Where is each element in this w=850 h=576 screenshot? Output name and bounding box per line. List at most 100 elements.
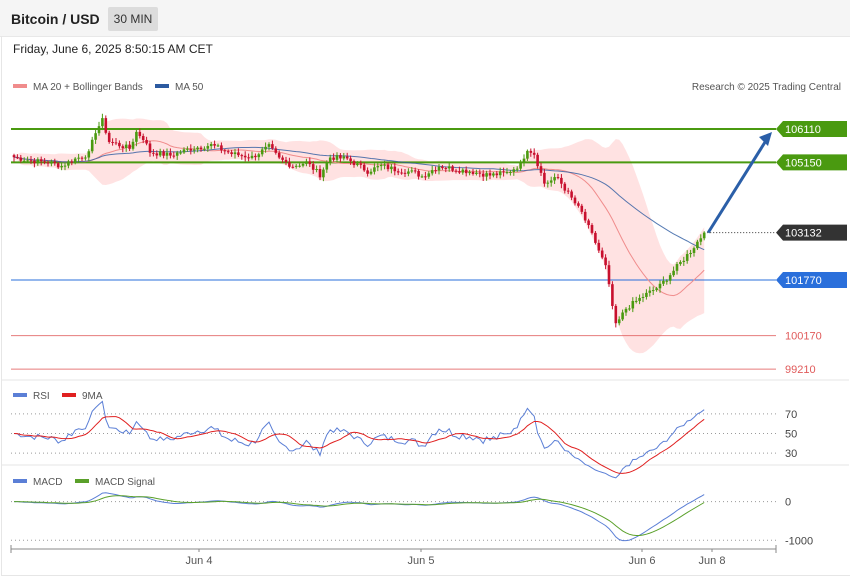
candle-body [60, 165, 63, 168]
candle-body [335, 155, 339, 160]
candle-body [407, 171, 410, 174]
candle-body [427, 173, 431, 177]
candle-body [36, 159, 40, 164]
candle-body [587, 220, 590, 226]
candle-body [393, 166, 397, 172]
y-tick-label: 0 [785, 497, 791, 509]
candle-body [104, 118, 108, 133]
candle-body [611, 284, 614, 306]
legend-swatch-macd-signal [75, 479, 89, 483]
candle-body [617, 319, 621, 324]
candle-body [379, 164, 383, 167]
candle-body [308, 161, 312, 165]
candle-body [203, 148, 206, 150]
candle-body [70, 161, 74, 163]
candle-body [131, 141, 135, 149]
candle-body [349, 158, 352, 162]
candle-body [162, 151, 165, 156]
level-label-100170: 100170 [785, 331, 822, 343]
candle-body [668, 275, 672, 281]
candle-body [583, 211, 587, 221]
candle-body [77, 157, 80, 159]
candle-body [529, 150, 533, 153]
candle-body [366, 170, 369, 174]
candle-body [298, 165, 301, 167]
candle-body [641, 296, 645, 298]
x-axis-ticks: Jun 4 Jun 5 Jun 6 Jun 8 [186, 549, 725, 567]
candle-body [322, 169, 325, 178]
candle-body [169, 152, 172, 156]
y-tick-label: -1000 [785, 535, 813, 547]
candle-body [597, 242, 601, 251]
candle-body [638, 297, 641, 301]
rsi-line [13, 400, 705, 479]
candle-body [437, 166, 441, 171]
candle-body [512, 169, 516, 172]
x-tick-label: Jun 4 [186, 555, 213, 567]
candle-body [148, 143, 152, 153]
candle-body [135, 131, 138, 142]
legend-swatch-macd [13, 479, 27, 483]
candle-body [692, 248, 696, 253]
candle-body [216, 145, 220, 147]
candle-body [138, 131, 142, 137]
candle-body [342, 156, 346, 159]
candle-body [400, 172, 403, 174]
candle-body [328, 157, 332, 163]
candle-body [111, 141, 114, 143]
level-label-101770: 101770 [785, 275, 822, 287]
candle-body [107, 132, 111, 142]
candle-body [451, 166, 454, 171]
candle-body [665, 280, 669, 282]
candle-body [563, 183, 567, 191]
rsi-panel: 70 50 30 [11, 400, 797, 479]
candle-body [488, 173, 492, 176]
candle-body [277, 152, 281, 158]
level-label-106110: 106110 [785, 124, 821, 136]
candle-body [90, 139, 94, 152]
candle-body [311, 164, 315, 170]
candle-body [549, 180, 553, 183]
legend-label-rsi: RSI [33, 391, 50, 402]
candle-body [356, 163, 359, 166]
candle-body [189, 148, 193, 151]
candle-body [624, 308, 628, 313]
candle-body [536, 154, 539, 167]
candle-body [84, 157, 87, 159]
candle-body [410, 170, 414, 172]
candle-body [434, 170, 437, 172]
candle-body [97, 126, 101, 134]
candle-body [155, 153, 159, 156]
candle-body [539, 166, 543, 173]
candle-body [631, 301, 635, 309]
candle-body [478, 172, 482, 174]
candle-body [543, 172, 546, 184]
level-label-103132: 103132 [785, 228, 822, 240]
y-tick-label: 70 [785, 409, 797, 421]
candle-body [332, 157, 335, 160]
candle-body [19, 157, 23, 161]
candle-body [505, 172, 509, 174]
candle-body [12, 155, 16, 158]
candle-body [447, 166, 451, 169]
candle-body [461, 169, 465, 173]
candle-body [471, 171, 475, 174]
candle-body [186, 148, 189, 150]
candle-body [577, 203, 580, 206]
candle-body [67, 161, 70, 166]
candle-body [260, 149, 264, 155]
candle-body [376, 166, 380, 168]
candle-body [553, 177, 556, 181]
candle-body [607, 265, 611, 285]
candle-body [621, 312, 624, 320]
candle-body [141, 136, 145, 140]
candle-body [63, 165, 67, 167]
candle-body [152, 152, 155, 154]
candle-body [301, 163, 305, 166]
candle-body [373, 167, 376, 172]
candle-body [560, 177, 563, 184]
candle-body [247, 157, 250, 159]
candle-body [682, 260, 686, 262]
candle-body [492, 173, 495, 176]
candle-body [94, 133, 97, 140]
